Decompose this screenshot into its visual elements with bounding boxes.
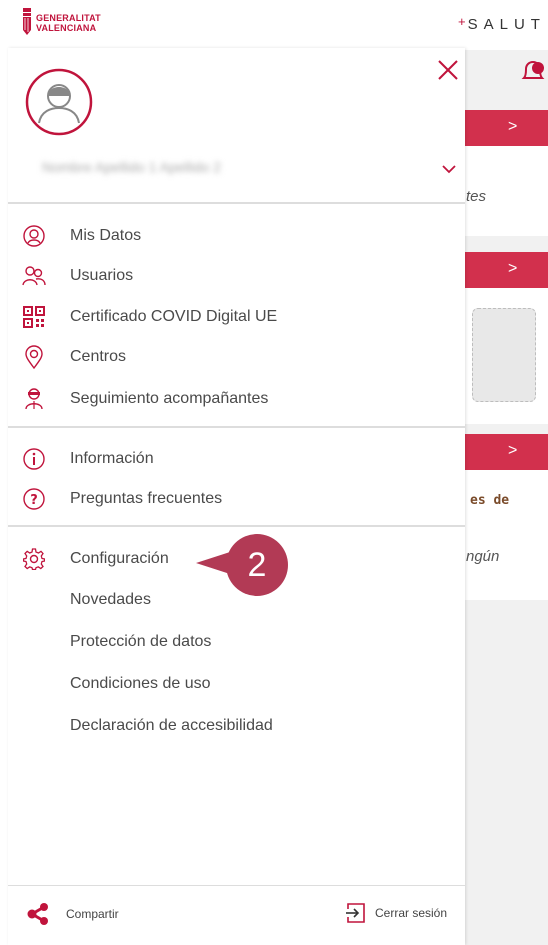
callout-pointer xyxy=(196,552,230,574)
info-icon xyxy=(22,447,46,471)
location-pin-icon xyxy=(22,345,46,369)
share-label: Compartir xyxy=(66,907,119,921)
background-text-3: ngún xyxy=(466,548,500,565)
chevron-right-icon: > xyxy=(508,442,518,459)
logo-line2: VALENCIANA xyxy=(36,23,97,33)
menu-item-informacion[interactable]: Información xyxy=(22,443,154,475)
menu-item-novedades[interactable]: Novedades xyxy=(70,586,151,614)
menu-item-condiciones-uso[interactable]: Condiciones de uso xyxy=(70,670,211,698)
menu-item-preguntas[interactable]: ? Preguntas frecuentes xyxy=(22,483,222,515)
logout-button[interactable]: Cerrar sesión xyxy=(345,903,447,923)
menu-item-label: Centros xyxy=(70,348,127,365)
generalitat-logo: GENERALITAT VALENCIANA xyxy=(22,8,101,38)
user-selector[interactable]: Nombre Apellido 1 Apellido 2 xyxy=(22,140,462,200)
menu-item-seguimiento[interactable]: Seguimiento acompañantes xyxy=(22,383,268,415)
chevron-right-icon: > xyxy=(508,118,518,135)
menu-item-configuracion[interactable]: Configuración xyxy=(22,543,169,575)
question-icon: ? xyxy=(22,487,46,511)
menu-item-label: Seguimiento acompañantes xyxy=(70,390,269,407)
menu-item-label: Configuración xyxy=(70,550,169,567)
footer-divider xyxy=(8,885,465,886)
companion-icon xyxy=(22,387,46,411)
logo-line1: GENERALITAT xyxy=(36,13,101,23)
menu-item-label: Mis Datos xyxy=(70,227,142,244)
logout-icon xyxy=(346,903,365,923)
avatar xyxy=(25,68,93,136)
background-text-2: es de xyxy=(470,493,510,508)
menu-item-proteccion-datos[interactable]: Protección de datos xyxy=(70,628,211,656)
background-button-3[interactable]: > xyxy=(465,434,548,470)
menu-item-label: Certificado COVID Digital UE xyxy=(70,308,278,325)
menu-item-label: Información xyxy=(70,450,154,467)
callout-number: 2 xyxy=(226,534,288,596)
background-button-1[interactable]: > xyxy=(465,110,548,146)
step-callout: 2 xyxy=(196,534,306,596)
menu-item-label: Usuarios xyxy=(70,267,134,284)
svg-text:?: ? xyxy=(30,493,38,508)
user-circle-icon xyxy=(22,224,46,248)
logout-label: Cerrar sesión xyxy=(375,906,448,920)
background-button-2[interactable]: > xyxy=(465,252,548,288)
crest-icon xyxy=(23,8,31,35)
divider xyxy=(8,426,465,428)
background-text-1: tes xyxy=(466,188,487,205)
user-name: Nombre Apellido 1 Apellido 2 xyxy=(42,159,222,175)
qr-code-icon xyxy=(22,305,46,329)
menu-item-accesibilidad[interactable]: Declaración de accesibilidad xyxy=(70,712,273,740)
notification-bell-icon[interactable] xyxy=(518,58,548,88)
brand-text: SALUT xyxy=(467,16,546,33)
menu-item-usuarios[interactable]: Usuarios xyxy=(22,260,133,292)
menu-item-certificado-covid[interactable]: Certificado COVID Digital UE xyxy=(22,301,277,333)
brand-plus: + xyxy=(458,14,468,29)
gear-icon xyxy=(22,547,46,571)
close-icon[interactable] xyxy=(437,59,459,81)
divider xyxy=(8,202,465,204)
chevron-down-icon xyxy=(442,165,456,174)
brand-salut: +SALUT xyxy=(458,14,546,33)
menu-item-mis-datos[interactable]: Mis Datos xyxy=(22,220,141,252)
background-placeholder xyxy=(472,308,536,402)
share-button[interactable]: Compartir xyxy=(27,903,119,925)
chevron-right-icon: > xyxy=(508,260,518,277)
users-icon xyxy=(22,264,46,288)
menu-item-label: Preguntas frecuentes xyxy=(70,490,223,507)
top-bar: GENERALITAT VALENCIANA +SALUT xyxy=(0,0,548,50)
menu-item-centros[interactable]: Centros xyxy=(22,341,126,373)
share-icon xyxy=(27,903,48,925)
background-card-3 xyxy=(465,470,548,600)
divider xyxy=(8,525,465,527)
